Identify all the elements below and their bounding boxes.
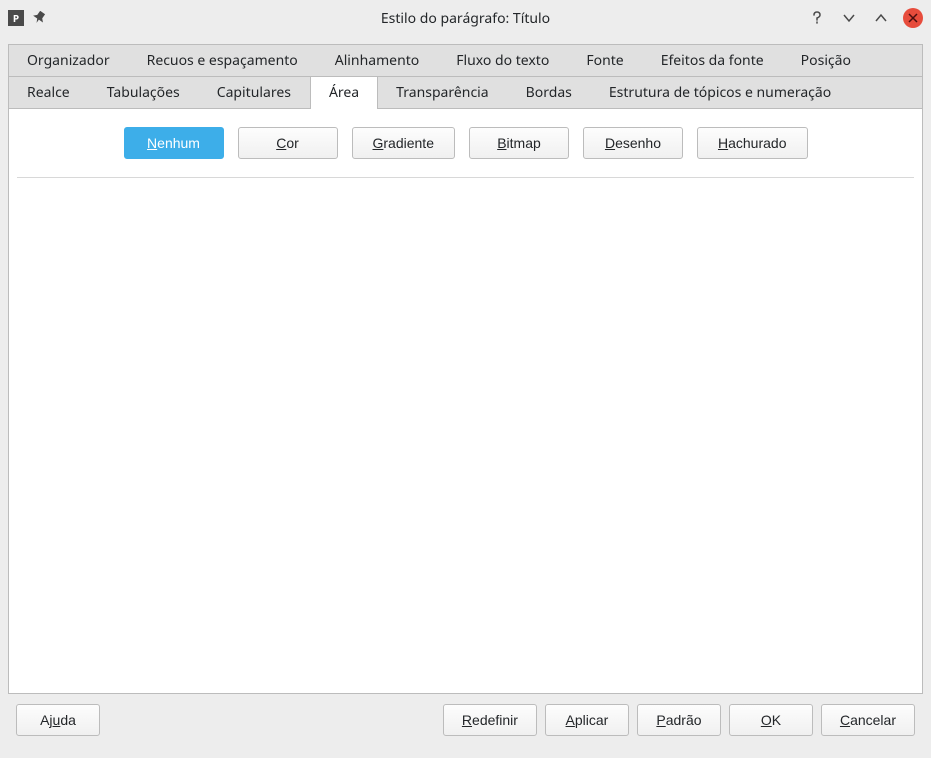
dialog-footer: Ajuda Redefinir Aplicar Padrão OK Cancel…: [8, 694, 923, 744]
reset-button[interactable]: Redefinir: [443, 704, 537, 736]
minimize-icon[interactable]: [839, 8, 859, 28]
app-icon: P: [8, 10, 24, 26]
window-title: Estilo do parágrafo: Título: [0, 9, 931, 28]
close-icon[interactable]: [903, 8, 923, 28]
cancel-button[interactable]: Cancelar: [821, 704, 915, 736]
tab-area[interactable]: Área: [310, 77, 378, 109]
fill-gradient-button[interactable]: Gradiente: [352, 127, 455, 159]
ok-button[interactable]: OK: [729, 704, 813, 736]
tab-row-2: Realce Tabulações Capitulares Área Trans…: [9, 77, 922, 109]
fill-hatching-button[interactable]: Hachurado: [697, 127, 808, 159]
apply-button[interactable]: Aplicar: [545, 704, 629, 736]
help-button[interactable]: Ajuda: [16, 704, 100, 736]
tabs-container: Organizador Recuos e espaçamento Alinham…: [8, 44, 923, 694]
tab-bordas[interactable]: Bordas: [508, 77, 591, 108]
maximize-icon[interactable]: [871, 8, 891, 28]
fill-type-buttons: Nenhum Cor Gradiente Bitmap Desenho Hach…: [17, 127, 914, 178]
tab-tabulacoes[interactable]: Tabulações: [89, 77, 199, 108]
tab-fonte[interactable]: Fonte: [568, 45, 642, 76]
help-icon[interactable]: [807, 8, 827, 28]
standard-button[interactable]: Padrão: [637, 704, 721, 736]
fill-bitmap-button[interactable]: Bitmap: [469, 127, 569, 159]
tab-posicao[interactable]: Posição: [783, 45, 870, 76]
fill-color-button[interactable]: Cor: [238, 127, 338, 159]
tab-fluxo[interactable]: Fluxo do texto: [438, 45, 568, 76]
tab-alinhamento[interactable]: Alinhamento: [317, 45, 439, 76]
fill-pattern-button[interactable]: Desenho: [583, 127, 683, 159]
tab-organizador[interactable]: Organizador: [9, 45, 129, 76]
tab-transparencia[interactable]: Transparência: [378, 77, 508, 108]
tab-efeitos[interactable]: Efeitos da fonte: [643, 45, 783, 76]
tab-capitulares[interactable]: Capitulares: [199, 77, 310, 108]
dialog-body: Organizador Recuos e espaçamento Alinham…: [0, 36, 931, 752]
tab-realce[interactable]: Realce: [9, 77, 89, 108]
tab-recuos[interactable]: Recuos e espaçamento: [129, 45, 317, 76]
tab-content-area: Nenhum Cor Gradiente Bitmap Desenho Hach…: [9, 109, 922, 693]
tab-estrutura[interactable]: Estrutura de tópicos e numeração: [591, 77, 850, 108]
pin-icon[interactable]: [32, 10, 48, 26]
fill-none-button[interactable]: Nenhum: [124, 127, 224, 159]
tab-row-1: Organizador Recuos e espaçamento Alinham…: [9, 45, 922, 77]
titlebar: P Estilo do parágrafo: Título: [0, 0, 931, 36]
